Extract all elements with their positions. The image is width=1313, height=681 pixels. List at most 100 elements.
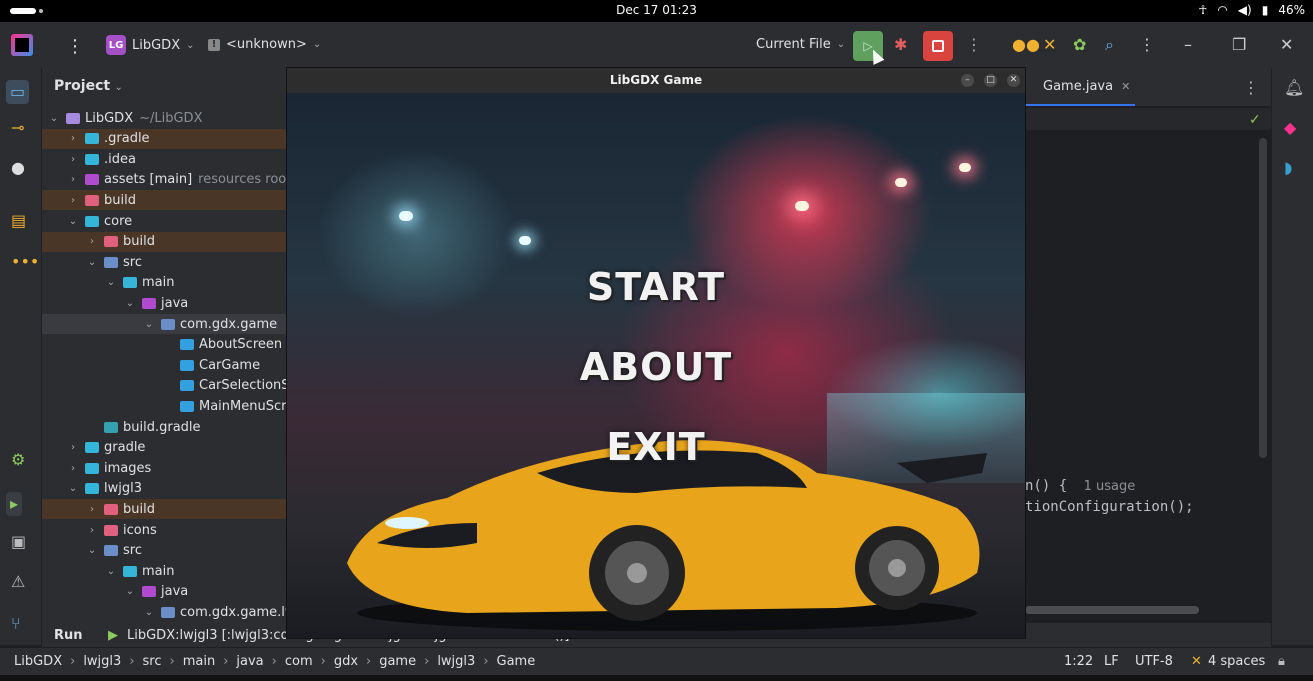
tab-game-java[interactable]: Game.java ✕ xyxy=(1025,68,1135,106)
tree-item[interactable]: CarSelectionSc xyxy=(42,376,286,396)
chevron-right-icon[interactable]: › xyxy=(67,133,79,144)
breadcrumb-item[interactable]: LibGDX xyxy=(14,654,62,669)
tree-item[interactable]: › build xyxy=(42,231,286,252)
more-actions-icon[interactable]: ⋮ xyxy=(966,37,982,53)
vcs-widget[interactable]: ! <unknown> ⌄ xyxy=(208,37,321,52)
debug-icon[interactable]: ✱ xyxy=(894,37,907,53)
breadcrumb-item[interactable]: lwjgl3 xyxy=(437,654,475,669)
chevron-down-icon[interactable]: ⌄ xyxy=(48,113,60,124)
chevron-right-icon[interactable]: › xyxy=(67,154,79,165)
minimize-icon[interactable]: – xyxy=(1184,37,1192,53)
game-window-title[interactable]: LibGDX Game xyxy=(287,68,1025,93)
stop-button[interactable] xyxy=(923,31,953,61)
chevron-down-icon[interactable]: ⌄ xyxy=(86,545,98,556)
github-icon[interactable]: ● xyxy=(11,160,25,176)
tree-item[interactable]: ⌄ src xyxy=(42,541,286,561)
tree-item[interactable]: ⌄ com.gdx.game xyxy=(42,314,286,334)
tree-item[interactable]: ⌄ core xyxy=(42,211,286,231)
tree-item[interactable]: › build xyxy=(42,499,286,520)
maximize-icon[interactable]: □ xyxy=(984,74,997,87)
about-menu-item[interactable]: ABOUT xyxy=(287,345,1025,389)
restore-icon[interactable]: ❐ xyxy=(1232,37,1246,53)
tree-item[interactable]: ⌄ lwjgl3 xyxy=(42,479,286,499)
chevron-down-icon[interactable]: ⌄ xyxy=(124,586,136,597)
tree-item[interactable]: › .gradle xyxy=(42,128,286,149)
breadcrumb-item[interactable]: lwjgl3 xyxy=(83,654,121,669)
chevron-down-icon[interactable]: ⌄ xyxy=(105,566,117,577)
more-tools-icon[interactable]: ••• xyxy=(11,254,39,270)
ide-logo-icon[interactable] xyxy=(11,34,33,56)
chevron-right-icon[interactable]: › xyxy=(86,236,98,247)
file-encoding[interactable]: UTF-8 xyxy=(1135,654,1173,669)
chevron-right-icon[interactable]: › xyxy=(67,463,79,474)
tree-item[interactable]: build.gradle xyxy=(42,417,286,437)
exit-menu-item[interactable]: EXIT xyxy=(287,425,1025,469)
chevron-down-icon[interactable]: ⌄ xyxy=(105,277,117,288)
line-separator[interactable]: LF xyxy=(1104,654,1119,669)
run-tool-icon[interactable]: ▸ xyxy=(6,492,23,516)
build-tools-icon[interactable]: ✕ xyxy=(1043,37,1056,53)
ai-chat-icon[interactable]: ◆ xyxy=(1284,120,1296,136)
close-tab-icon[interactable]: ✕ xyxy=(1121,80,1130,93)
tree-item[interactable]: › icons xyxy=(42,520,286,540)
search-icon[interactable]: ⌕ xyxy=(1105,37,1114,53)
tree-item[interactable]: AboutScreen xyxy=(42,335,286,355)
services-gear-icon[interactable]: ⚙ xyxy=(11,452,25,468)
chevron-right-icon[interactable]: › xyxy=(67,195,79,206)
breadcrumb-item[interactable]: com xyxy=(285,654,313,669)
tree-item[interactable]: ⌄ main xyxy=(42,273,286,293)
breadcrumb-item[interactable]: Game xyxy=(497,654,536,669)
chevron-down-icon[interactable]: ⌄ xyxy=(143,607,155,618)
tree-item[interactable]: ⌄ java xyxy=(42,582,286,602)
structure-icon[interactable]: ▤ xyxy=(11,213,26,229)
caret-position[interactable]: 1:22 xyxy=(1064,654,1093,669)
chevron-down-icon[interactable]: ⌄ xyxy=(143,319,155,330)
close-icon[interactable]: ✕ xyxy=(1007,74,1020,87)
tree-item[interactable]: ⌄ com.gdx.game.lw xyxy=(42,602,286,622)
chevron-right-icon[interactable]: › xyxy=(86,504,98,515)
vertical-scrollbar[interactable] xyxy=(1259,138,1267,458)
tree-item[interactable]: ⌄ java xyxy=(42,293,286,313)
tree-item[interactable]: › gradle xyxy=(42,438,286,458)
terminal-icon[interactable]: ▣ xyxy=(11,534,26,550)
breadcrumb-item[interactable]: game xyxy=(379,654,416,669)
minimize-icon[interactable]: – xyxy=(961,74,974,87)
tree-item[interactable]: ⌄ LibGDX ~/LibGDX xyxy=(42,108,286,128)
tree-item[interactable]: › images xyxy=(42,458,286,478)
indent-setting[interactable]: 4 spaces xyxy=(1208,654,1265,669)
project-panel-header[interactable]: Project ⌄ xyxy=(54,78,123,94)
code-line-1[interactable]: n() { 1 usage xyxy=(1025,478,1135,494)
code-line-2[interactable]: tionConfiguration(); xyxy=(1025,499,1194,515)
project-switcher[interactable]: LG LibGDX ⌄ xyxy=(106,35,195,55)
close-icon[interactable]: ✕ xyxy=(1280,37,1293,53)
tree-item[interactable]: ⌄ src xyxy=(42,252,286,272)
breadcrumb-item[interactable]: java xyxy=(236,654,263,669)
chevron-right-icon[interactable]: › xyxy=(67,174,79,185)
breadcrumb-item[interactable]: src xyxy=(143,654,162,669)
tree-item[interactable]: › build xyxy=(42,190,286,211)
chevron-right-icon[interactable]: › xyxy=(67,442,79,453)
code-with-me-icon[interactable]: ●● xyxy=(1012,37,1040,53)
start-menu-item[interactable]: START xyxy=(287,265,1025,309)
tree-item[interactable]: MainMenuScre xyxy=(42,396,286,416)
gradle-icon[interactable]: ◗ xyxy=(1284,160,1292,176)
tree-item[interactable]: › assets [main] resources root xyxy=(42,170,286,190)
commit-icon[interactable]: ⊸ xyxy=(11,120,24,136)
horizontal-scrollbar[interactable] xyxy=(1025,606,1199,614)
tree-item[interactable]: › .idea xyxy=(42,149,286,169)
tree-item[interactable]: ⌄ main xyxy=(42,561,286,581)
project-tool-icon[interactable]: ▭ xyxy=(6,80,30,104)
tree-item[interactable]: CarGame xyxy=(42,355,286,375)
main-menu-icon[interactable]: ⋮ xyxy=(66,36,84,57)
notifications-icon[interactable]: 🔔︎ xyxy=(1284,80,1304,96)
run-config-selector[interactable]: Current File ⌄ xyxy=(756,37,845,52)
breadcrumb-item[interactable]: gdx xyxy=(334,654,358,669)
lock-icon[interactable]: 🔒︎ xyxy=(1278,654,1285,669)
problems-icon[interactable]: ⚠ xyxy=(11,574,25,590)
breadcrumb-item[interactable]: main xyxy=(183,654,215,669)
chevron-down-icon[interactable]: ⌄ xyxy=(67,483,79,494)
run-tab[interactable]: Run xyxy=(54,628,83,643)
chevron-right-icon[interactable]: › xyxy=(86,525,98,536)
tab-options-icon[interactable]: ⋮ xyxy=(1243,80,1259,96)
chevron-down-icon[interactable]: ⌄ xyxy=(124,298,136,309)
